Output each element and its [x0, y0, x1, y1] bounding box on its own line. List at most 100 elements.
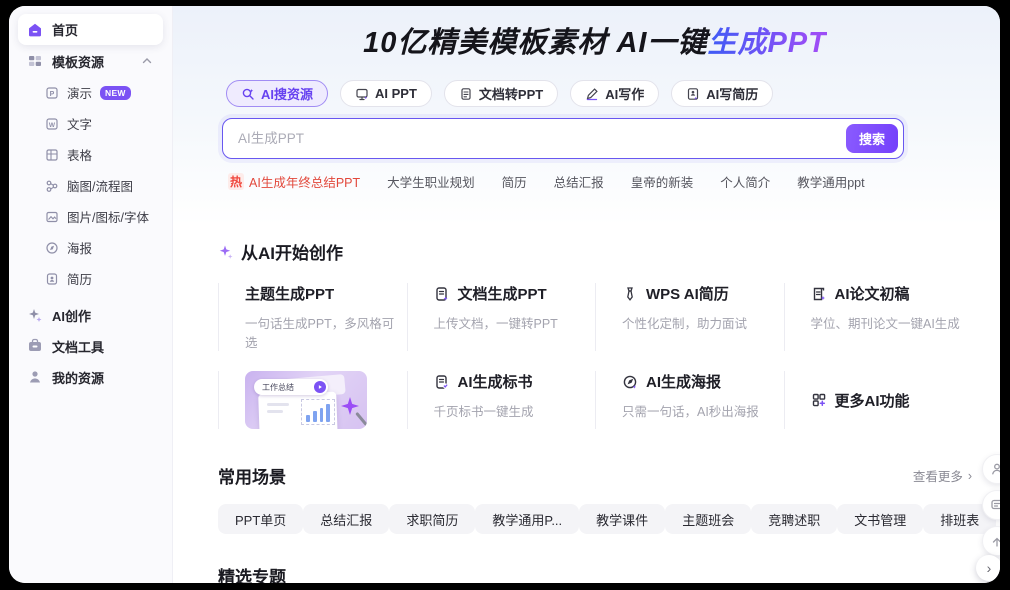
topics-title: 精选专题	[218, 563, 972, 583]
search-mode-tabs: AI搜资源 AI PPT 文档转PPT AI写作	[226, 80, 972, 107]
hot-suggestion[interactable]: 皇帝的新装	[631, 172, 694, 191]
hot-suggestion-featured[interactable]: 热 AI生成年终总结PPT	[228, 172, 360, 191]
ai-card-ai-bid[interactable]: AI生成标书 千页标书一键生成	[407, 371, 596, 429]
sidebar-item-label: 图片/图标/字体	[67, 207, 149, 226]
tab-ai-writing[interactable]: AI写作	[570, 80, 659, 107]
sidebar-item-my-resources[interactable]: 我的资源	[18, 362, 163, 392]
sidebar-item-label: 首页	[52, 20, 78, 39]
bid-doc-icon	[434, 374, 450, 390]
sidebar-item-templates[interactable]: 模板资源	[18, 46, 163, 76]
resume-icon	[45, 272, 59, 286]
more-grid-icon	[811, 392, 827, 408]
magic-wand-icon	[355, 412, 367, 426]
scene-chip[interactable]: 文书管理	[837, 504, 923, 534]
tab-doc-to-ppt[interactable]: 文档转PPT	[444, 80, 558, 107]
back-to-top-button[interactable]	[982, 526, 1000, 556]
tab-label: AI PPT	[375, 86, 417, 101]
sidebar-item-label: 演示	[67, 83, 92, 102]
pen-icon	[585, 87, 599, 101]
tab-label: AI写作	[605, 84, 644, 103]
ai-card-title: WPS AI简历	[646, 283, 729, 304]
hot-suggestion[interactable]: 个人简介	[720, 172, 770, 191]
sidebar-item-images[interactable]: 图片/图标/字体	[18, 201, 163, 232]
main-content: 10亿精美模板素材 AI一键生成PPT AI搜资源 AI PPT 文档转PPT	[173, 6, 1000, 583]
page-title: 10亿精美模板素材 AI一键生成PPT	[218, 19, 972, 61]
chevron-right-icon: ›	[987, 560, 992, 576]
search-button[interactable]: 搜索	[846, 124, 898, 153]
topic-ppt-thumbnail[interactable]: 工作总结	[245, 371, 367, 429]
svg-text:W: W	[49, 122, 56, 129]
ppt-icon	[355, 87, 369, 101]
sidebar-item-label: 海报	[67, 238, 92, 257]
ai-search-icon	[241, 87, 255, 101]
ai-card-ai-poster[interactable]: AI生成海报 只需一句话，AI秒出海报	[595, 371, 784, 429]
ai-card-title: AI生成标书	[458, 371, 533, 392]
scene-chip[interactable]: PPT单页	[218, 504, 303, 534]
bar-chart-graphic	[301, 399, 335, 425]
sidebar: 首页 模板资源 P 演示 NEW W 文字	[9, 6, 173, 583]
scene-chip[interactable]: 竞聘述职	[751, 504, 837, 534]
sidebar-item-home[interactable]: 首页	[18, 14, 163, 45]
sidebar-item-resume[interactable]: 简历	[18, 263, 163, 294]
hot-suggestion[interactable]: 总结汇报	[554, 172, 604, 191]
chevron-up-icon[interactable]	[140, 54, 154, 68]
customer-service-button[interactable]	[982, 454, 1000, 484]
tab-ai-search[interactable]: AI搜资源	[226, 80, 328, 107]
tie-icon	[622, 286, 638, 302]
sparkle-icon	[27, 307, 43, 323]
sidebar-item-sheets[interactable]: 表格	[18, 139, 163, 170]
sidebar-item-ai-create[interactable]: AI创作	[18, 300, 163, 330]
doc-convert-icon	[459, 87, 473, 101]
sidebar-item-label: 脑图/流程图	[67, 176, 133, 195]
sidebar-item-mindmap[interactable]: 脑图/流程图	[18, 170, 163, 201]
ai-card-title: 更多AI功能	[835, 390, 910, 411]
scenes-header: 常用场景 查看更多 ›	[218, 463, 972, 488]
ai-card-topic-ppt-preview[interactable]: 工作总结	[218, 371, 407, 429]
ai-card-title: AI论文初稿	[835, 283, 910, 304]
sparkle-icon	[218, 244, 234, 260]
ai-card-doc-to-ppt[interactable]: 文档生成PPT 上传文档，一键转PPT	[407, 283, 596, 351]
ai-card-more[interactable]: 更多AI功能	[784, 371, 973, 429]
carousel-next-button[interactable]: ›	[976, 555, 1000, 581]
ai-card-subtitle: 只需一句话，AI秒出海报	[622, 401, 784, 420]
sidebar-item-poster[interactable]: 海报	[18, 232, 163, 263]
tab-label: AI搜资源	[261, 84, 313, 103]
paper-draft-icon	[811, 286, 827, 302]
sidebar-item-writer[interactable]: W 文字	[18, 108, 163, 139]
word-doc-icon: W	[45, 117, 59, 131]
ai-card-title: AI生成海报	[646, 371, 721, 392]
scene-chip[interactable]: 总结汇报	[303, 504, 389, 534]
home-icon	[27, 22, 43, 38]
ai-card-ai-resume[interactable]: WPS AI简历 个性化定制，助力面试	[595, 283, 784, 351]
flowchart-icon	[45, 179, 59, 193]
scene-chip[interactable]: 求职简历	[389, 504, 475, 534]
page-title-accent: 生成PPT	[707, 27, 826, 59]
tab-ai-resume[interactable]: AI写简历	[671, 80, 773, 107]
ai-card-topic-ppt[interactable]: 主题生成PPT 一句话生成PPT，多风格可选	[218, 283, 407, 351]
scene-chip[interactable]: 教学课件	[579, 504, 665, 534]
thumb-search-pill: 工作总结	[254, 379, 328, 395]
ai-section-header: 从AI开始创作	[218, 239, 972, 264]
sidebar-item-presentation[interactable]: P 演示 NEW	[18, 77, 163, 108]
hot-suggestion[interactable]: 教学通用ppt	[797, 172, 864, 191]
page-title-prefix: 10亿精美模板素材 AI一键	[363, 27, 707, 59]
search-input[interactable]	[223, 131, 903, 146]
ai-card-subtitle: 千页标书一键生成	[434, 401, 596, 420]
tab-ai-ppt[interactable]: AI PPT	[340, 80, 432, 107]
ai-card-title: 主题生成PPT	[245, 283, 334, 304]
ai-card-subtitle: 上传文档，一键转PPT	[434, 313, 596, 332]
scene-chip[interactable]: 主题班会	[665, 504, 751, 534]
image-icon	[45, 210, 59, 224]
hot-link-label: AI生成年终总结PPT	[249, 172, 360, 191]
sidebar-item-doc-tools[interactable]: 文档工具	[18, 331, 163, 361]
feedback-button[interactable]	[982, 490, 1000, 520]
tab-label: 文档转PPT	[479, 84, 543, 103]
view-more-link[interactable]: 查看更多 ›	[913, 466, 972, 485]
chevron-right-icon: ›	[968, 469, 972, 483]
hot-suggestion[interactable]: 简历	[502, 172, 527, 191]
scene-chip[interactable]: 教学通用P...	[475, 504, 579, 534]
hot-suggestion[interactable]: 大学生职业规划	[387, 172, 475, 191]
sidebar-item-label: 我的资源	[52, 368, 104, 387]
ai-feature-grid: 主题生成PPT 一句话生成PPT，多风格可选 文档生成PPT 上传文档，一键转P…	[218, 283, 972, 429]
ai-card-ai-paper[interactable]: AI论文初稿 学位、期刊论文一键AI生成	[784, 283, 973, 351]
